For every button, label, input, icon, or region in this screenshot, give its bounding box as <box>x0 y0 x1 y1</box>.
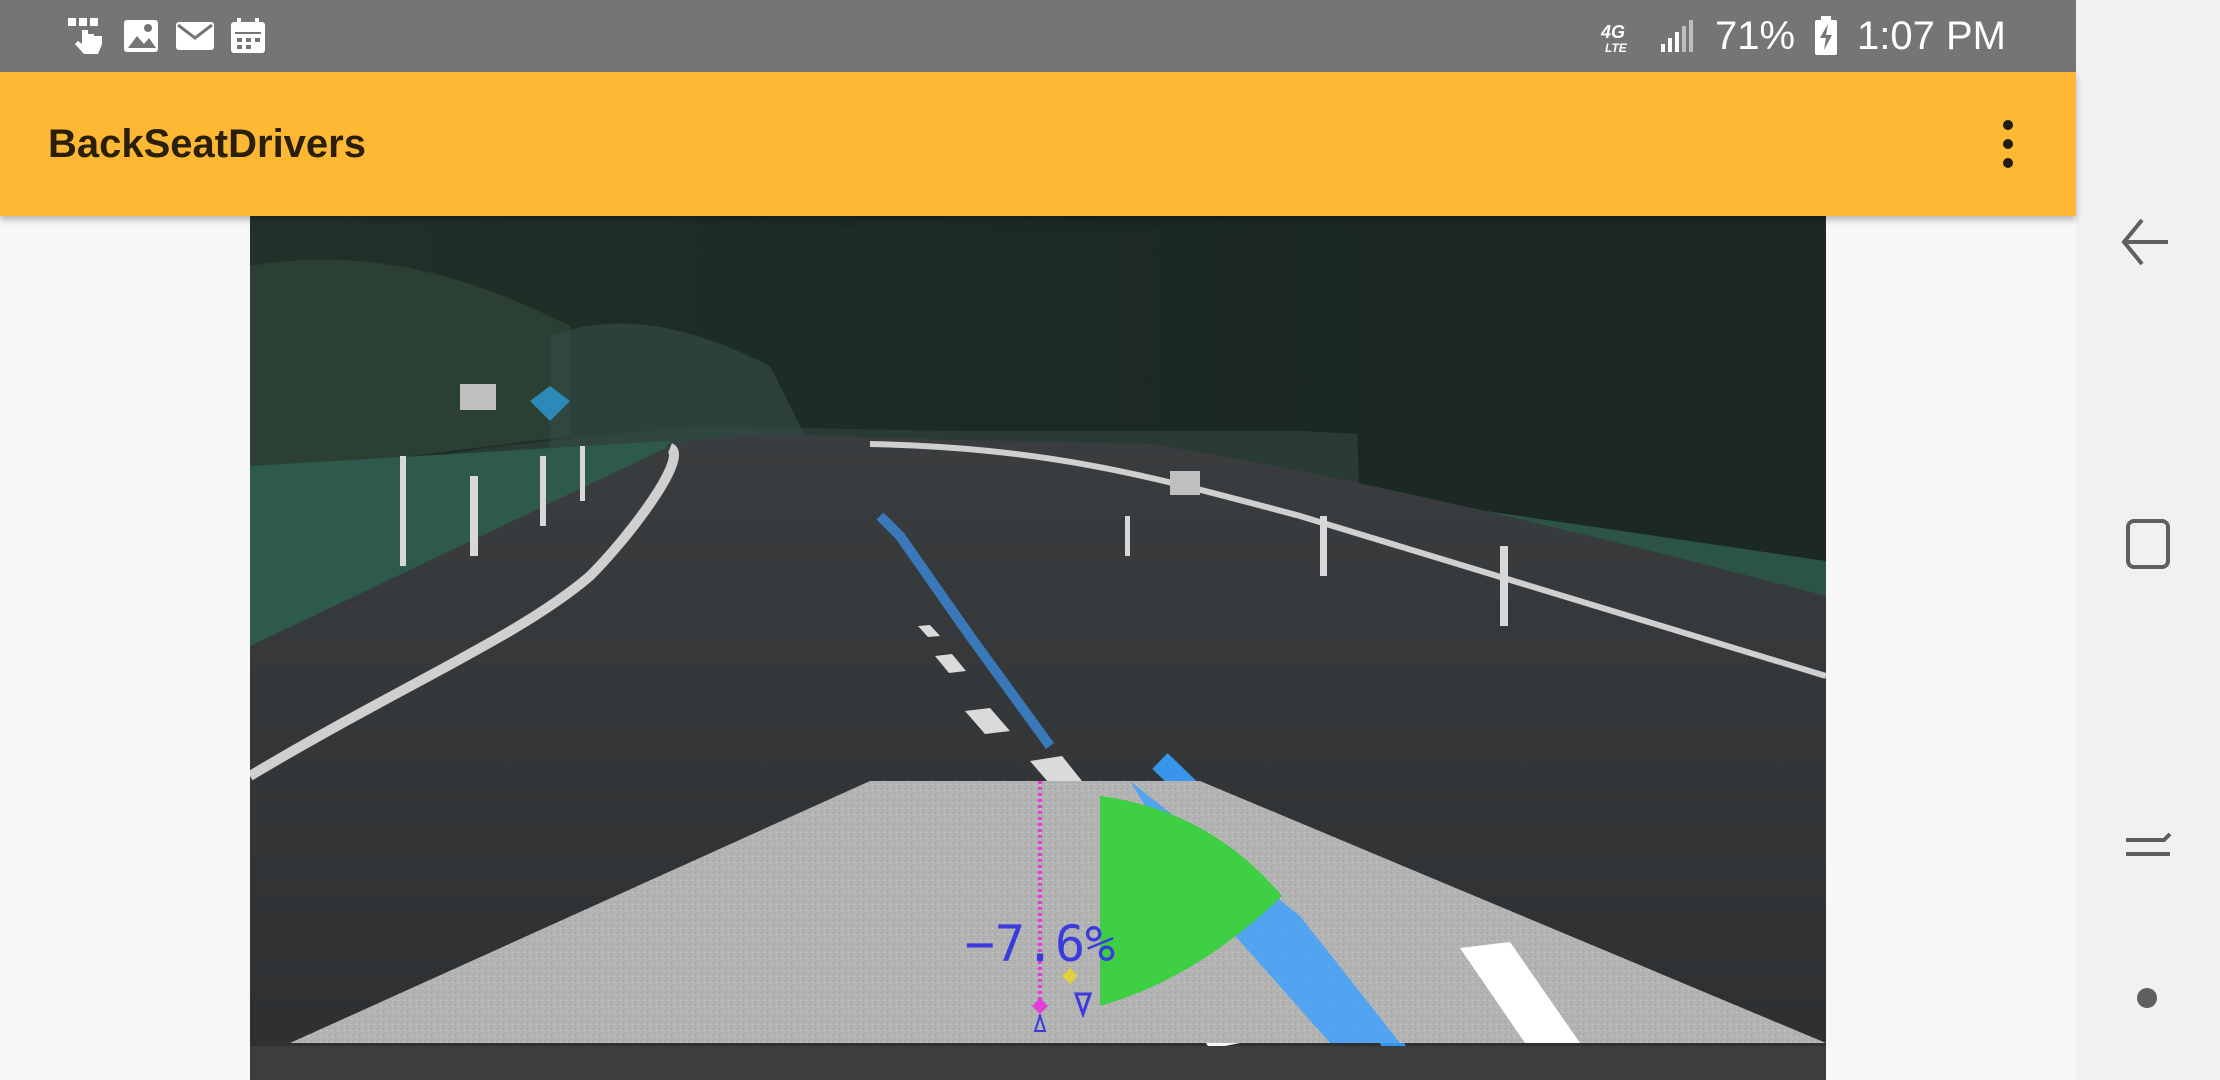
svg-text:LTE: LTE <box>1605 41 1628 55</box>
status-bar: 4G LTE 71% 1:07 PM <box>0 0 2076 72</box>
battery-percent: 71% <box>1714 13 1796 58</box>
camera-preview[interactable]: −7.6% <box>250 216 1826 1080</box>
home-icon[interactable] <box>2108 810 2188 890</box>
network-4g-lte-icon: 4G LTE <box>1600 22 1628 55</box>
app-bar: BackSeatDrivers <box>0 72 2076 216</box>
status-right: 4G LTE 71% 1:07 PM <box>1599 0 2006 72</box>
back-icon[interactable] <box>2108 202 2188 282</box>
bottom-strip <box>250 1046 1826 1080</box>
menu-dot <box>2003 139 2013 149</box>
more-vert-icon[interactable] <box>1990 114 2026 174</box>
touch-hand-notification-icon <box>68 18 102 54</box>
road-scene: −7.6% <box>250 216 1826 1080</box>
main-content: −7.6% <box>0 216 2076 1080</box>
svg-text:4G: 4G <box>1600 22 1625 42</box>
navigation-bar <box>2076 0 2220 1080</box>
calendar-icon <box>231 18 265 53</box>
battery-charging-icon <box>1815 16 1838 55</box>
offset-readout: −7.6% <box>965 915 1116 973</box>
email-icon <box>176 22 214 50</box>
clock: 1:07 PM <box>1857 13 2006 58</box>
menu-dot-icon[interactable] <box>2124 975 2170 1021</box>
recents-icon[interactable] <box>2108 505 2188 585</box>
screen: 4G LTE 71% 1:07 PM BackSeatDrivers −7.6% <box>0 0 2220 1080</box>
gallery-image-icon <box>124 20 158 52</box>
app-title: BackSeatDrivers <box>48 122 366 166</box>
menu-dot <box>2003 158 2013 168</box>
menu-dot <box>2003 120 2013 130</box>
signal-strength-icon <box>1660 20 1693 52</box>
